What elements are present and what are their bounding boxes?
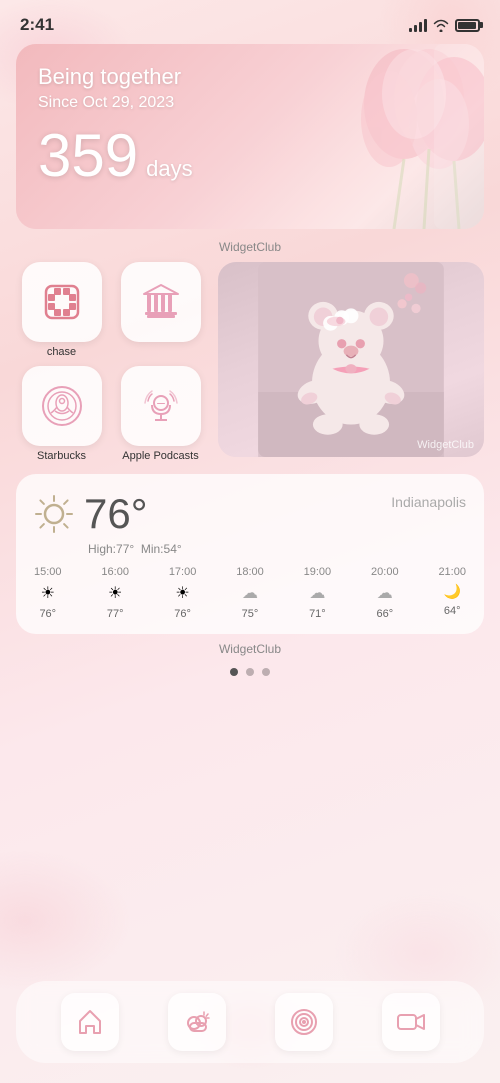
forecast-item-0: 15:00 ☀ 76° [34, 566, 62, 620]
forecast-item-1: 16:00 ☀ 77° [101, 566, 129, 620]
starbucks-icon [39, 383, 85, 429]
chase-app-wrapper[interactable]: chase [16, 262, 107, 358]
page-dot-0 [230, 668, 238, 676]
weather-widget-credit: WidgetClub [16, 638, 484, 662]
chase-app-label: chase [47, 346, 76, 358]
forecast-cloud-icon-5: ☁ [377, 583, 393, 603]
forecast-moon-icon-6: 🌙 [443, 583, 460, 600]
battery-icon [455, 19, 480, 32]
podcasts-app-icon[interactable] [121, 366, 201, 446]
video-camera-icon [396, 1007, 426, 1037]
forecast-sun-icon-2: ☀ [175, 583, 189, 603]
relationship-widget-credit: WidgetClub [16, 235, 484, 262]
days-number: 359 [38, 126, 138, 186]
forecast-item-5: 20:00 ☁ 66° [371, 566, 399, 620]
forecast-row: 15:00 ☀ 76° 16:00 ☀ 77° 17:00 ☀ 76° [34, 566, 466, 620]
target-icon [289, 1007, 319, 1037]
weather-detail: High:77° Min:54° [88, 542, 466, 556]
starbucks-app-label: Starbucks [37, 450, 86, 462]
forecast-cloud-icon-3: ☁ [242, 583, 258, 603]
teddy-widget: WidgetClub [218, 262, 484, 457]
dock-home-icon[interactable] [61, 993, 119, 1051]
weather-temperature: 76° [84, 490, 148, 538]
weather-cloud-icon [182, 1007, 212, 1037]
dock-weather-icon[interactable] [168, 993, 226, 1051]
signal-bars-icon [409, 18, 427, 32]
days-label: days [146, 156, 192, 182]
bank-icon [138, 279, 184, 325]
starbucks-app-icon[interactable] [22, 366, 102, 446]
forecast-item-3: 18:00 ☁ 75° [236, 566, 264, 620]
weather-city: Indianapolis [391, 490, 466, 510]
relationship-date: Since Oct 29, 2023 [38, 94, 462, 112]
sun-icon [34, 494, 74, 534]
wifi-icon [433, 19, 449, 32]
dock-target-icon[interactable] [275, 993, 333, 1051]
starbucks-app-wrapper[interactable]: Starbucks [16, 366, 107, 462]
relationship-widget: Being together Since Oct 29, 2023 359 da… [16, 44, 484, 229]
dock-camera-icon[interactable] [382, 993, 440, 1051]
forecast-item-2: 17:00 ☀ 76° [169, 566, 197, 620]
dock [16, 981, 484, 1063]
chase-icon [40, 280, 84, 324]
page-dot-1 [246, 668, 254, 676]
relationship-title: Being together [38, 64, 462, 90]
apps-section: chase [16, 262, 484, 462]
podcasts-app-label: Apple Podcasts [122, 450, 198, 462]
weather-widget: 76° Indianapolis High:77° Min:54° 15:00 … [16, 474, 484, 634]
status-time: 2:41 [20, 15, 54, 35]
podcasts-app-wrapper[interactable]: Apple Podcasts [115, 366, 206, 462]
status-bar: 2:41 [0, 0, 500, 44]
teddy-widget-credit: WidgetClub [417, 439, 474, 451]
page-dots [16, 662, 484, 688]
forecast-item-6: 21:00 🌙 64° [438, 566, 466, 620]
home-icon [75, 1007, 105, 1037]
chase-app-icon[interactable] [22, 262, 102, 342]
forecast-item-4: 19:00 ☁ 71° [304, 566, 332, 620]
apps-grid: chase [16, 262, 206, 462]
forecast-sun-icon-1: ☀ [108, 583, 122, 603]
forecast-cloud-icon-4: ☁ [309, 583, 325, 603]
podcasts-icon [138, 383, 184, 429]
bank-app-wrapper[interactable] [115, 262, 206, 358]
bank-app-icon[interactable] [121, 262, 201, 342]
page-dot-2 [262, 668, 270, 676]
forecast-sun-icon-0: ☀ [41, 583, 55, 603]
status-icons [409, 18, 480, 32]
teddy-bear-image [218, 262, 484, 457]
